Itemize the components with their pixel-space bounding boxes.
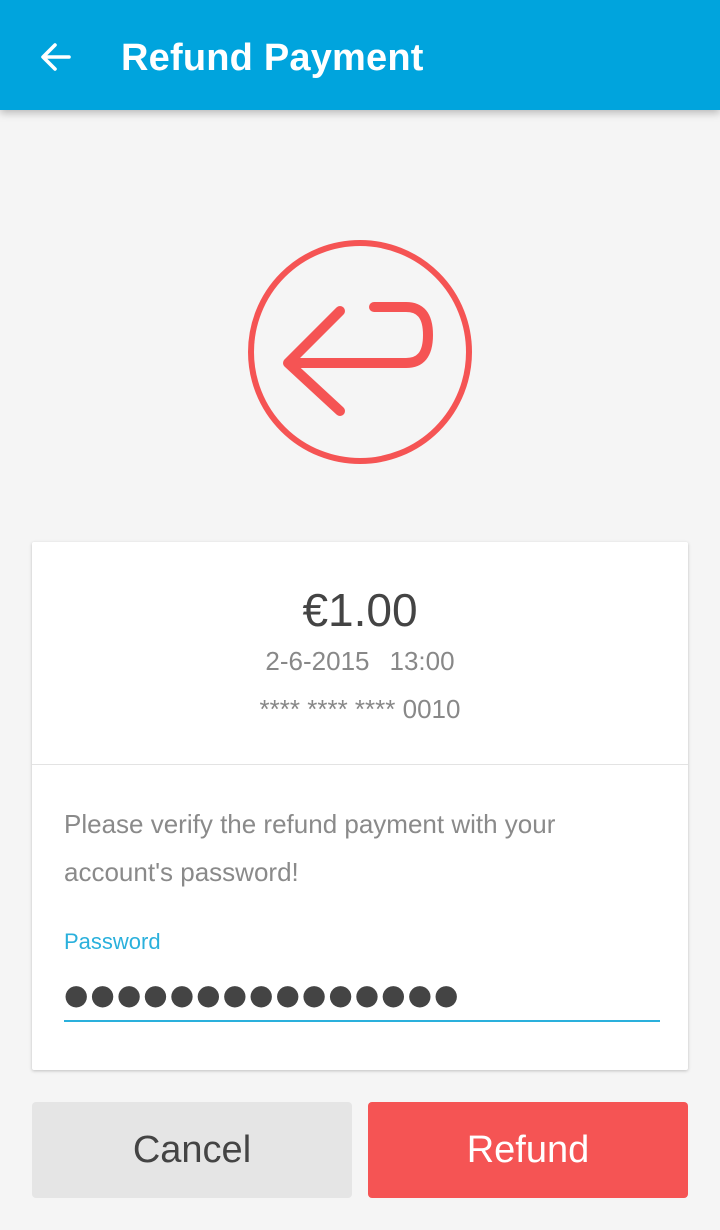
cancel-button[interactable]: Cancel (32, 1102, 352, 1198)
page-title: Refund Payment (121, 37, 424, 79)
transaction-amount: €1.00 (302, 584, 418, 636)
refund-card: €1.00 2-6-2015 13:00 **** **** **** 0010 … (32, 542, 688, 1070)
verification-message: Please verify the refund payment with yo… (64, 809, 556, 887)
transaction-summary: €1.00 2-6-2015 13:00 **** **** **** 0010 (32, 542, 688, 765)
password-field[interactable] (64, 968, 660, 1022)
back-button[interactable] (24, 25, 88, 89)
transaction-datetime: 2-6-2015 13:00 (32, 644, 688, 678)
arrow-left-icon (41, 43, 71, 71)
refund-button[interactable]: Refund (368, 1102, 688, 1198)
password-label: Password (64, 929, 161, 954)
transaction-time: 13:00 (389, 646, 455, 676)
app-bar: Refund Payment (0, 0, 720, 110)
transaction-date: 2-6-2015 (265, 646, 370, 676)
masked-card-number: **** **** **** 0010 (259, 694, 461, 724)
refund-return-arrow-icon (248, 240, 472, 464)
